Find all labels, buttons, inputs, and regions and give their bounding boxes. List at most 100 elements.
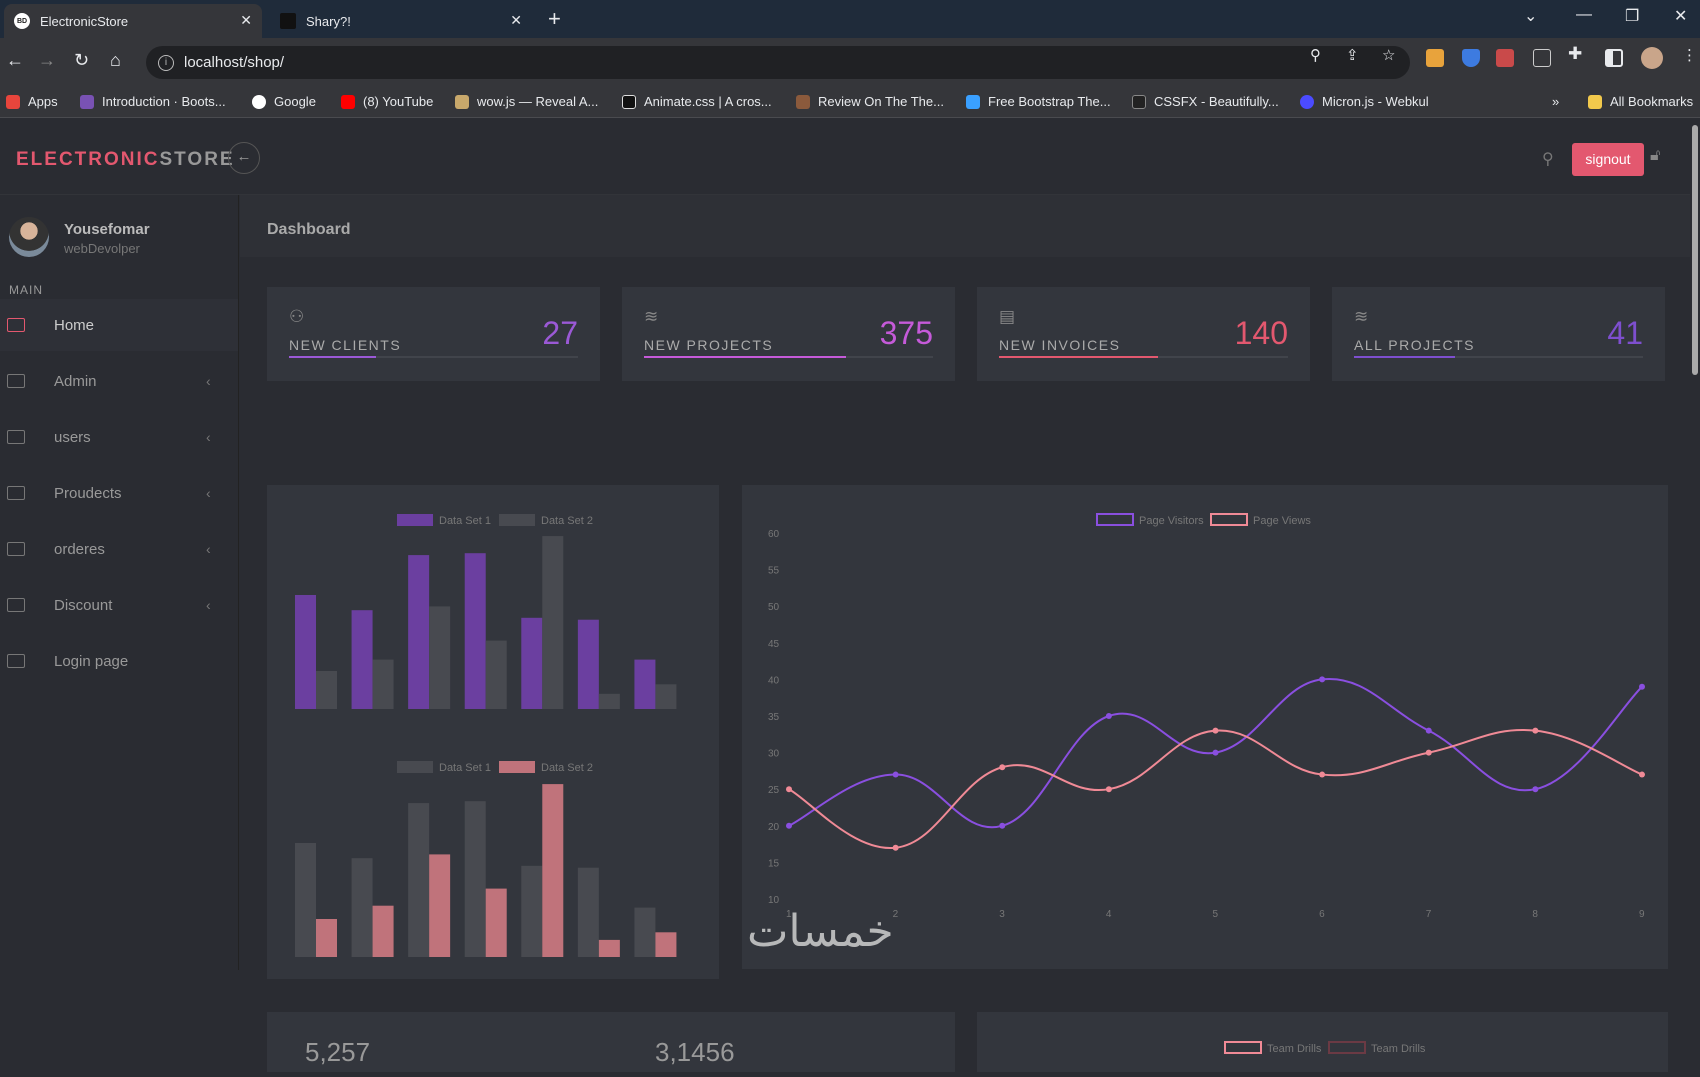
search-icon[interactable]: ⚲ bbox=[1542, 149, 1554, 169]
profile-avatar[interactable] bbox=[1641, 47, 1663, 69]
tab-electronicstore[interactable]: BD ElectronicStore ✕ bbox=[4, 4, 262, 38]
line-chart-svg: 10152025303540455055601 2 3 4 5 6 7 8 9Page Visi… bbox=[768, 513, 1645, 920]
bar bbox=[577, 619, 599, 709]
summary-card: 5,257 3,1456 bbox=[267, 1012, 955, 1072]
bookmark-bootstrap[interactable]: Introduction · Boots... bbox=[80, 94, 226, 109]
y-tick-label: 10 bbox=[768, 895, 780, 906]
bookmarks-overflow-button[interactable]: » bbox=[1552, 94, 1559, 109]
home-icon[interactable]: ⌂ bbox=[110, 50, 121, 71]
y-tick-label: 35 bbox=[768, 712, 780, 723]
apps-grid-icon bbox=[6, 94, 20, 109]
data-point[interactable] bbox=[999, 822, 1006, 829]
new-tab-icon[interactable]: + bbox=[548, 6, 561, 32]
bookmark-freebootstrap[interactable]: Free Bootstrap The... bbox=[966, 94, 1111, 109]
all-bookmarks-button[interactable]: All Bookmarks bbox=[1588, 94, 1693, 109]
collapse-sidebar-button[interactable]: ← bbox=[228, 142, 260, 174]
chevron-left-icon: ‹ bbox=[206, 597, 211, 613]
share-icon[interactable]: ⇪ bbox=[1346, 46, 1359, 64]
legend-label: Page Views bbox=[1253, 515, 1311, 527]
extension-icon[interactable] bbox=[1496, 49, 1514, 67]
data-point[interactable] bbox=[1105, 713, 1112, 719]
bar bbox=[351, 858, 373, 957]
side-panel-icon[interactable] bbox=[1605, 49, 1623, 67]
zoom-icon[interactable]: ⚲ bbox=[1310, 46, 1321, 64]
bookmark-animatecss[interactable]: Animate.css | A cros... bbox=[622, 94, 772, 109]
bar-charts-svg: Data Set 1 Data Set 2 Data Set 1 Data Set 2 bbox=[295, 514, 677, 957]
sidebar-item-admin[interactable]: Admin ‹ bbox=[0, 355, 238, 407]
data-point[interactable] bbox=[786, 786, 792, 793]
site-info-icon[interactable]: i bbox=[158, 54, 174, 71]
lock-icon[interactable]: 🔓︎ bbox=[1650, 147, 1660, 165]
bookmark-wowjs[interactable]: wow.js — Reveal A... bbox=[455, 94, 598, 109]
data-point[interactable] bbox=[1212, 749, 1219, 756]
stat-progress-fill bbox=[644, 356, 847, 358]
close-window-icon[interactable]: ✕ bbox=[1674, 6, 1687, 26]
watermark-logo: خمسات bbox=[747, 906, 894, 957]
stat-progress-fill bbox=[999, 356, 1158, 358]
signout-button[interactable]: signout bbox=[1572, 143, 1644, 176]
data-point[interactable] bbox=[1425, 749, 1432, 756]
bookmark-label: Free Bootstrap The... bbox=[988, 94, 1111, 109]
extension-color-icon[interactable] bbox=[1426, 49, 1444, 67]
back-icon[interactable]: ← bbox=[6, 50, 24, 71]
bookmark-google[interactable]: Google bbox=[252, 94, 316, 109]
sidebar-item-label: users bbox=[54, 428, 91, 446]
summary-value-1: 5,257 bbox=[305, 1037, 371, 1067]
bookmark-youtube[interactable]: (8) YouTube bbox=[341, 94, 433, 109]
data-point[interactable] bbox=[1639, 683, 1645, 690]
data-point[interactable] bbox=[1639, 771, 1645, 778]
legend-label: Data Set 2 bbox=[541, 515, 593, 527]
data-point[interactable] bbox=[892, 771, 899, 778]
tab-shary[interactable]: Shary?! ✕ bbox=[270, 4, 532, 38]
sidebar-item-users[interactable]: users ‹ bbox=[0, 411, 238, 463]
data-point[interactable] bbox=[1319, 676, 1326, 683]
data-point[interactable] bbox=[892, 844, 899, 851]
sidebar-item-discount[interactable]: Discount ‹ bbox=[0, 579, 238, 631]
data-point[interactable] bbox=[1532, 727, 1539, 734]
brand-logo[interactable]: ELECTRONICSTORE bbox=[16, 149, 235, 171]
layers-icon: ≋ bbox=[1354, 307, 1369, 326]
menu-kebab-icon[interactable]: ⋮ bbox=[1682, 46, 1697, 64]
sidebar-item-login-page[interactable]: Login page bbox=[0, 635, 238, 687]
x-tick-label: 3 bbox=[999, 909, 1005, 920]
bar bbox=[372, 659, 394, 709]
data-point[interactable] bbox=[1425, 727, 1432, 734]
reader-icon[interactable] bbox=[1533, 49, 1551, 67]
puzzle-extensions-icon[interactable]: ✚ bbox=[1568, 44, 1582, 64]
bookmark-apps[interactable]: Apps bbox=[6, 94, 58, 109]
bookmark-cssfx[interactable]: CSSFX - Beautifully... bbox=[1132, 94, 1279, 109]
stat-card-new-projects: ≋ NEW PROJECTS 375 bbox=[622, 287, 955, 381]
tab-search-chevron-icon[interactable]: ⌄ bbox=[1524, 6, 1537, 26]
bar bbox=[598, 939, 620, 957]
y-tick-label: 15 bbox=[768, 858, 780, 869]
shary-favicon-icon bbox=[280, 13, 296, 29]
data-point[interactable] bbox=[1532, 786, 1539, 793]
data-point[interactable] bbox=[1319, 771, 1326, 778]
reload-icon[interactable]: ↻ bbox=[74, 50, 89, 71]
cssfx-icon bbox=[1132, 94, 1146, 109]
bd-favicon-icon: BD bbox=[14, 13, 30, 29]
bookmarks-bar: Apps Introduction · Boots... Google (8) … bbox=[0, 86, 1700, 118]
close-tab-icon[interactable]: ✕ bbox=[510, 12, 522, 29]
sidebar-item-home[interactable]: Home bbox=[0, 299, 238, 351]
sidebar-item-proudects[interactable]: Proudects ‹ bbox=[0, 467, 238, 519]
shield-extension-icon[interactable] bbox=[1462, 49, 1480, 67]
scrollbar-thumb[interactable] bbox=[1692, 125, 1698, 375]
app-header: ELECTRONICSTORE ← ⚲ signout 🔓︎ bbox=[0, 119, 1690, 195]
data-point[interactable] bbox=[1212, 727, 1219, 734]
minimize-icon[interactable]: — bbox=[1576, 6, 1592, 24]
data-point[interactable] bbox=[1105, 786, 1112, 793]
bookmark-review[interactable]: Review On The The... bbox=[796, 94, 944, 109]
forward-icon[interactable]: → bbox=[38, 50, 56, 71]
data-point[interactable] bbox=[999, 764, 1006, 771]
close-tab-icon[interactable]: ✕ bbox=[240, 12, 252, 29]
star-bookmark-icon[interactable]: ☆ bbox=[1382, 46, 1395, 64]
restore-icon[interactable]: ❐ bbox=[1625, 6, 1639, 26]
summary-value-2: 3,1456 bbox=[655, 1037, 735, 1067]
youtube-icon bbox=[341, 94, 355, 109]
data-point[interactable] bbox=[786, 822, 792, 829]
page-scrollbar[interactable] bbox=[1690, 119, 1700, 970]
bookmark-micronjs[interactable]: Micron.js - Webkul bbox=[1300, 94, 1429, 109]
address-bar[interactable]: i localhost/shop/ bbox=[146, 46, 1410, 79]
sidebar-item-orderes[interactable]: orderes ‹ bbox=[0, 523, 238, 575]
